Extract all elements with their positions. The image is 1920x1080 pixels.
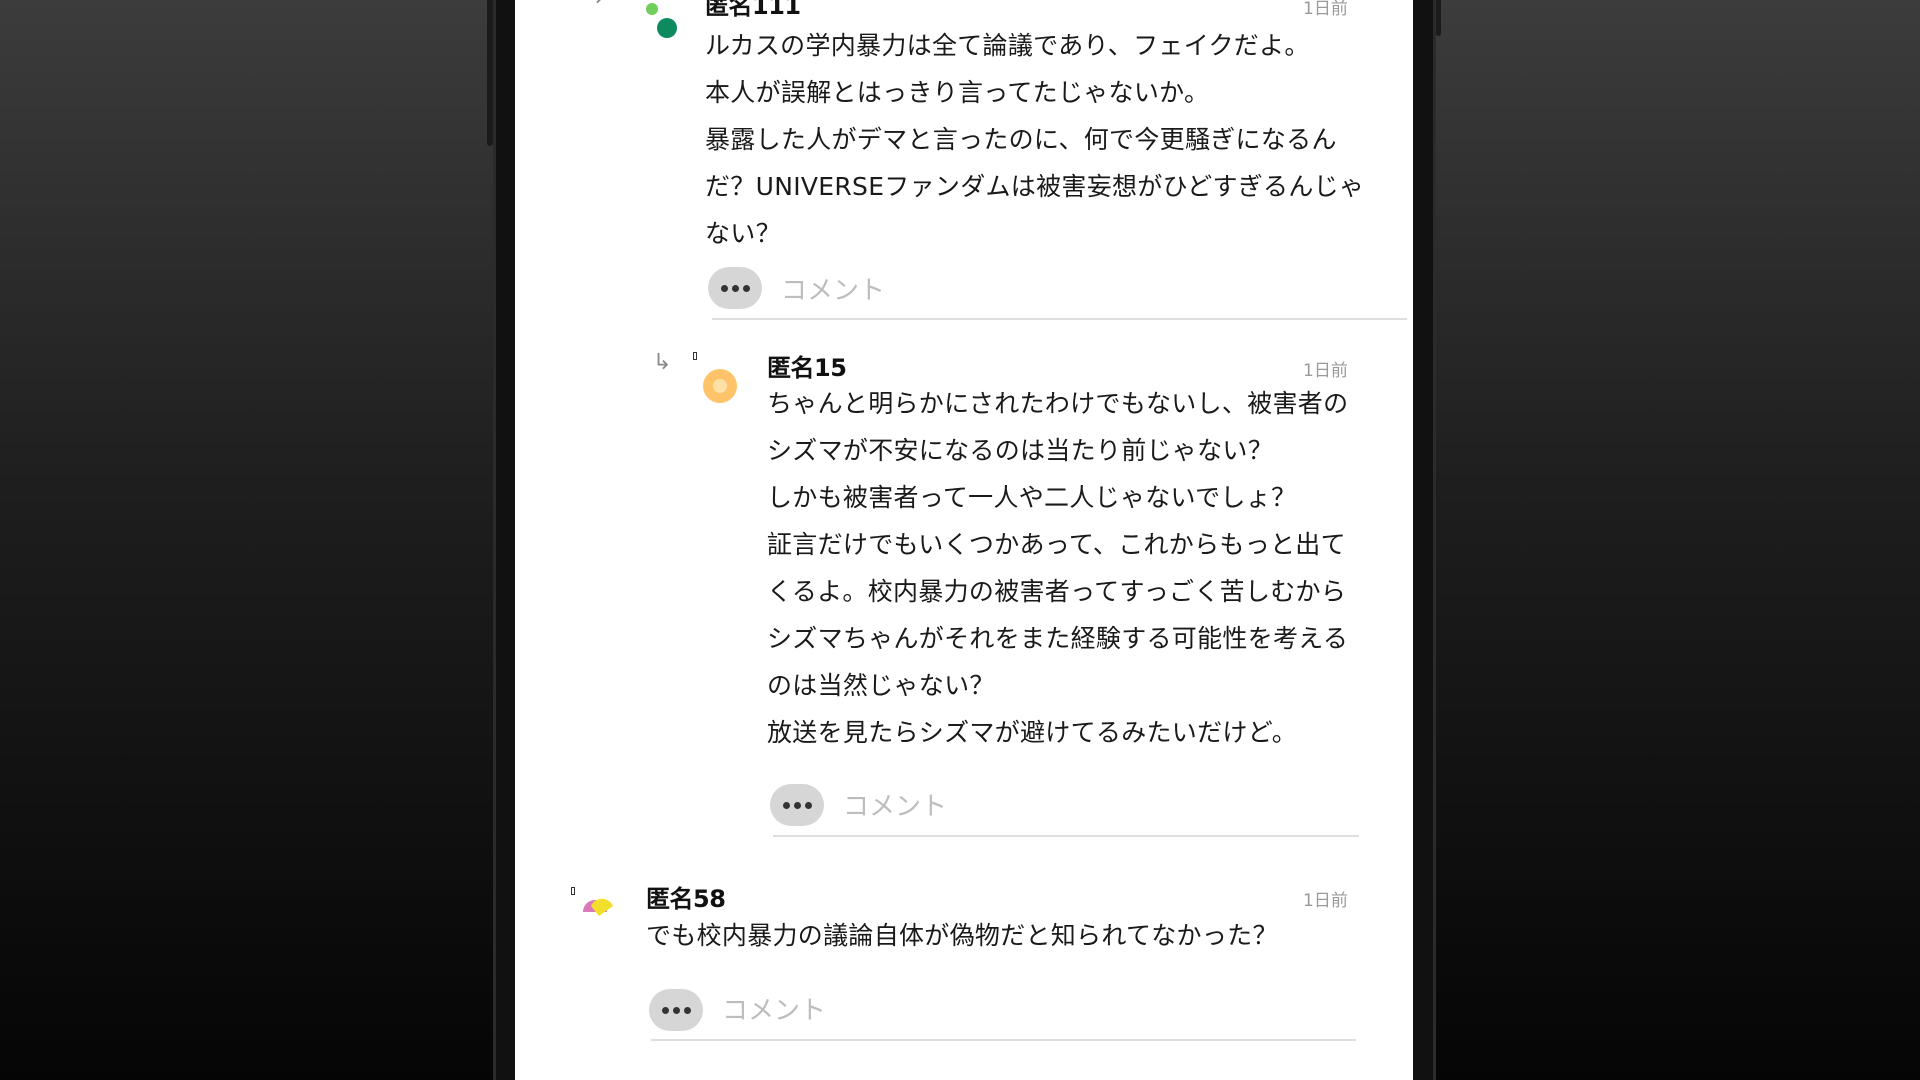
more-dots-icon <box>782 801 790 809</box>
background-left <box>0 0 495 1080</box>
comment-body: ちゃんと明らかにされたわけでもないし、被害者の シズマが不安になるのは当たり前じ… <box>767 389 1349 747</box>
comment-item: ↳ 匿名15 1日前 ちゃんと明らかにされたわけでもないし、被害者の シズマが不… <box>515 330 1413 840</box>
more-dots-icon <box>720 284 728 292</box>
green-dots-avatar <box>646 3 677 38</box>
comment-divider <box>773 835 1359 837</box>
comment-thread-screen: ↳ 匿名111 1日前 ルカスの学内暴力は全て論議であり、フェイクだよ。 本人が… <box>515 0 1413 1080</box>
more-options-button[interactable] <box>649 989 703 1031</box>
comment-item: 匿名58 1日前 でも校内暴力の議論自体が偽物だと知られてなかった？ コメント <box>515 862 1413 1080</box>
more-dots-icon <box>661 1006 669 1014</box>
comment-item: ↳ 匿名111 1日前 ルカスの学内暴力は全て論議であり、フェイクだよ。 本人が… <box>515 0 1413 330</box>
orange-circle-avatar <box>703 369 737 403</box>
comment-author: 匿名15 <box>767 354 847 382</box>
indicator-mark <box>571 887 575 895</box>
indicator-mark <box>693 352 697 360</box>
comment-author: 匿名111 <box>705 0 801 20</box>
more-options-button[interactable] <box>770 784 824 826</box>
comment-divider <box>651 1039 1356 1041</box>
more-options-button[interactable] <box>708 267 762 309</box>
background-right <box>1425 0 1920 1080</box>
comment-timestamp: 1日前 <box>1303 0 1348 19</box>
comment-body: ルカスの学内暴力は全て論議であり、フェイクだよ。 本人が誤解とはっきり言ってたじ… <box>705 31 1365 248</box>
comment-timestamp: 1日前 <box>1303 891 1348 911</box>
yellow-pink-avatar <box>583 898 613 916</box>
comment-body: でも校内暴力の議論自体が偽物だと知られてなかった？ <box>646 921 1278 950</box>
reply-arrow-icon: ↳ <box>587 0 605 8</box>
comment-divider <box>712 318 1407 320</box>
comment-reply-button[interactable]: コメント <box>781 270 885 307</box>
phone-side-button-right <box>1436 0 1441 36</box>
comment-timestamp: 1日前 <box>1303 361 1348 381</box>
reply-arrow-icon: ↳ <box>653 350 672 375</box>
comment-author: 匿名58 <box>646 885 726 913</box>
comment-reply-button[interactable]: コメント <box>722 990 826 1027</box>
comment-reply-button[interactable]: コメント <box>843 786 947 823</box>
